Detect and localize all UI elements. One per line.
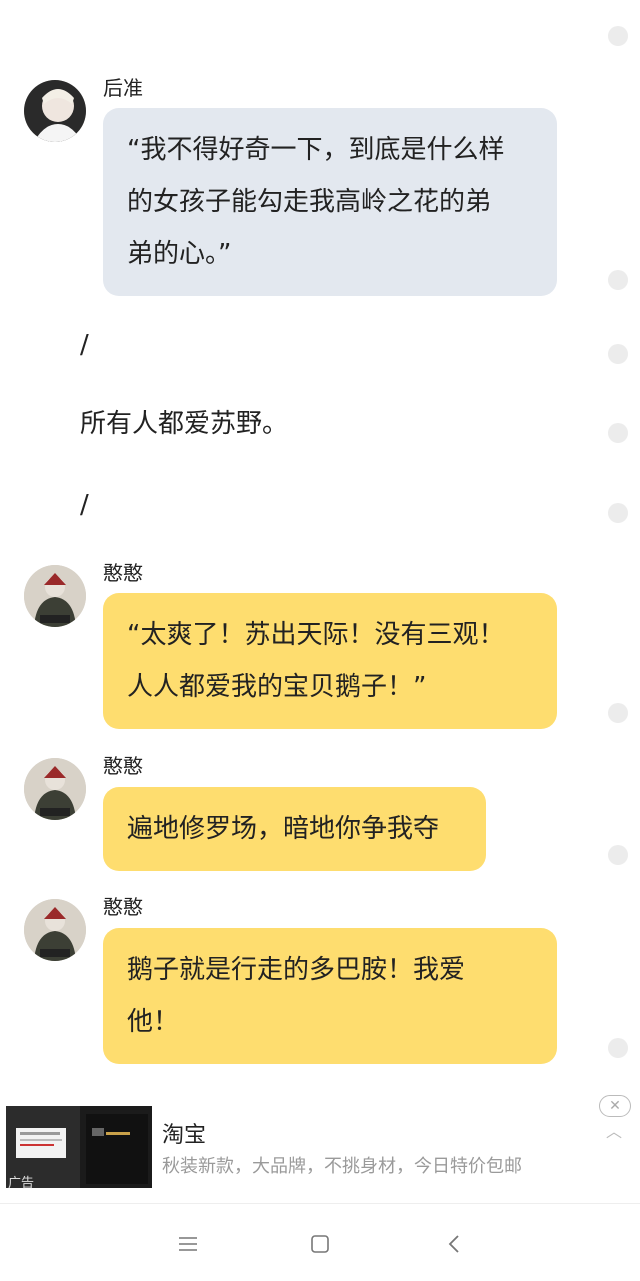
message-line: 人人都爱我的宝贝鹅子！”: [127, 672, 427, 702]
sender-name: 憨憨: [103, 561, 143, 585]
sender-name: 憨憨: [103, 895, 143, 919]
ad-label: 广告: [8, 1176, 35, 1191]
scroll-indicator-dot: [608, 423, 628, 443]
sender-name: 后准: [103, 76, 143, 100]
message-line: 的女孩子能勾走我高岭之花的弟: [127, 187, 492, 217]
ad-description[interactable]: 秋装新款，大品牌，不挑身材，今日特价包邮: [162, 1152, 522, 1178]
message-line: 他！: [127, 1007, 180, 1037]
message-line: “我不得好奇一下，到底是什么样: [127, 135, 505, 165]
ad-title[interactable]: 淘宝: [162, 1117, 206, 1149]
avatar-image: [24, 758, 86, 820]
avatar-image: [24, 899, 86, 961]
chevron-up-icon[interactable]: ︿: [606, 1118, 622, 1142]
avatar-image: [24, 80, 86, 142]
avatar[interactable]: [24, 565, 86, 627]
message-bubble: 遍地修罗场，暗地你争我夺: [103, 787, 486, 871]
menu-icon[interactable]: [172, 1228, 204, 1260]
home-icon[interactable]: [304, 1228, 336, 1260]
scroll-indicator-dot: [608, 26, 628, 46]
system-navigation-bar: [0, 1203, 640, 1281]
narration-separator: /: [80, 490, 89, 520]
scroll-indicator-dot: [608, 503, 628, 523]
message-line: “太爽了！苏出天际！没有三观！: [127, 620, 505, 650]
message-bubble: 鹅子就是行走的多巴胺！我爱 他！: [103, 928, 557, 1064]
avatar[interactable]: [24, 80, 86, 142]
message-bubble: “我不得好奇一下，到底是什么样 的女孩子能勾走我高岭之花的弟 弟的心。”: [103, 108, 557, 296]
scroll-indicator-dot: [608, 703, 628, 723]
sender-name: 憨憨: [103, 754, 143, 778]
message-line: 遍地修罗场，暗地你争我夺: [127, 814, 440, 844]
narration-line: 所有人都爱苏野。: [80, 409, 289, 439]
close-icon[interactable]: ✕: [599, 1095, 631, 1117]
scroll-indicator-dot: [608, 270, 628, 290]
message-line: 鹅子就是行走的多巴胺！我爱: [127, 955, 466, 985]
message-bubble: “太爽了！苏出天际！没有三观！ 人人都爱我的宝贝鹅子！”: [103, 593, 557, 729]
scroll-indicator-dot: [608, 845, 628, 865]
avatar[interactable]: [24, 758, 86, 820]
avatar-image: [24, 565, 86, 627]
narration-separator: /: [80, 330, 89, 360]
scroll-indicator-dot: [608, 1038, 628, 1058]
message-line: 弟的心。”: [127, 239, 232, 269]
avatar[interactable]: [24, 899, 86, 961]
back-icon[interactable]: [438, 1228, 470, 1260]
scroll-indicator-dot: [608, 344, 628, 364]
